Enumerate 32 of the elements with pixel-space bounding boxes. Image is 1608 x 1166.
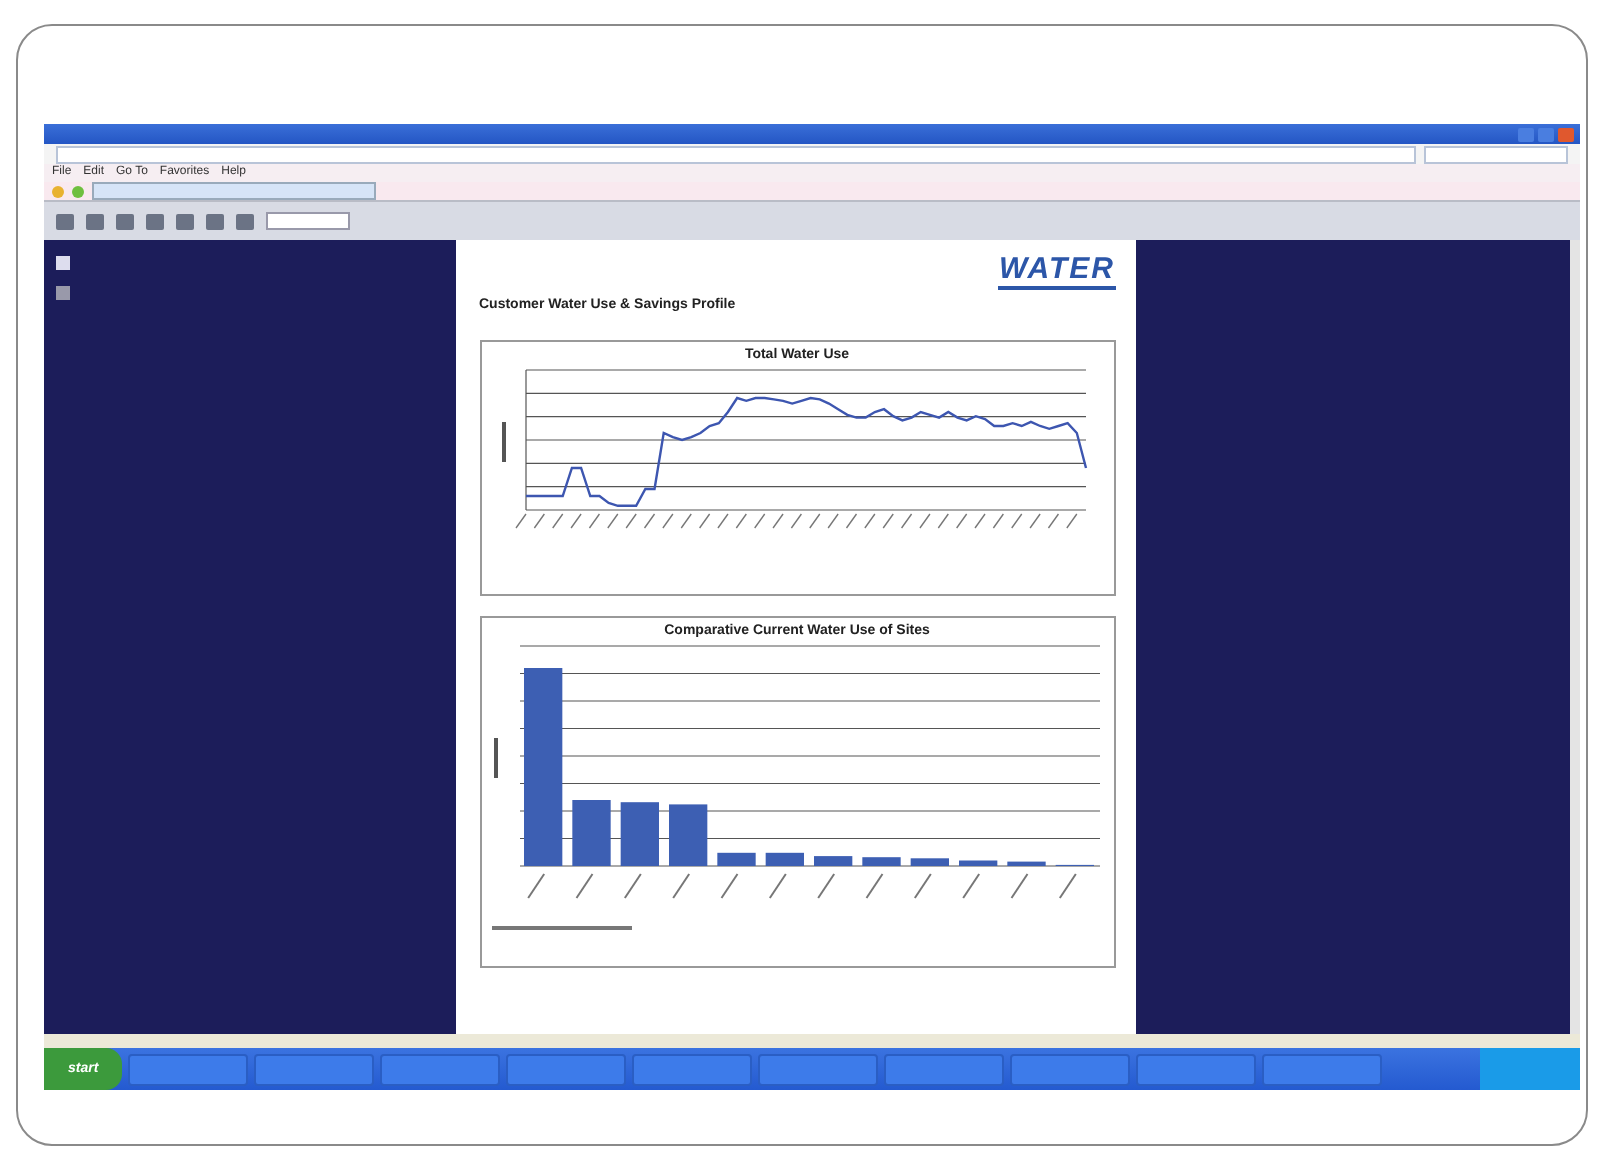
- taskbar-button[interactable]: [254, 1053, 375, 1085]
- bar: [619, 802, 658, 866]
- page-icon[interactable]: [55, 256, 69, 270]
- taskbar-button[interactable]: [128, 1053, 249, 1085]
- taskbar-button[interactable]: [1136, 1053, 1257, 1085]
- taskbar-button[interactable]: [1262, 1053, 1383, 1085]
- bar: [861, 857, 900, 866]
- address-field[interactable]: [56, 145, 1416, 163]
- taskbar-button[interactable]: [758, 1053, 879, 1085]
- logo: WATER: [998, 252, 1115, 290]
- find-field[interactable]: [266, 212, 350, 230]
- bar: [716, 852, 755, 866]
- browser-tab[interactable]: [92, 182, 376, 200]
- system-tray: [1480, 1048, 1580, 1090]
- bar: [909, 858, 948, 866]
- taskbar-button[interactable]: [884, 1053, 1005, 1085]
- scrollbar[interactable]: [1570, 240, 1580, 1034]
- bar: [1006, 861, 1045, 866]
- taskbar-button[interactable]: [1010, 1053, 1131, 1085]
- bar: [668, 804, 707, 866]
- search-field[interactable]: [1424, 145, 1568, 163]
- taskbar-button[interactable]: [380, 1053, 501, 1085]
- minimize-icon[interactable]: [1518, 127, 1534, 141]
- bar: [958, 860, 997, 866]
- taskbar-button[interactable]: [632, 1053, 753, 1085]
- maximize-icon[interactable]: [1538, 127, 1554, 141]
- bar: [813, 856, 852, 866]
- bar: [764, 852, 803, 866]
- bookmark-icon[interactable]: [55, 286, 69, 300]
- taskbar-button[interactable]: [506, 1053, 627, 1085]
- close-icon[interactable]: [1558, 127, 1574, 141]
- bar: [571, 800, 610, 866]
